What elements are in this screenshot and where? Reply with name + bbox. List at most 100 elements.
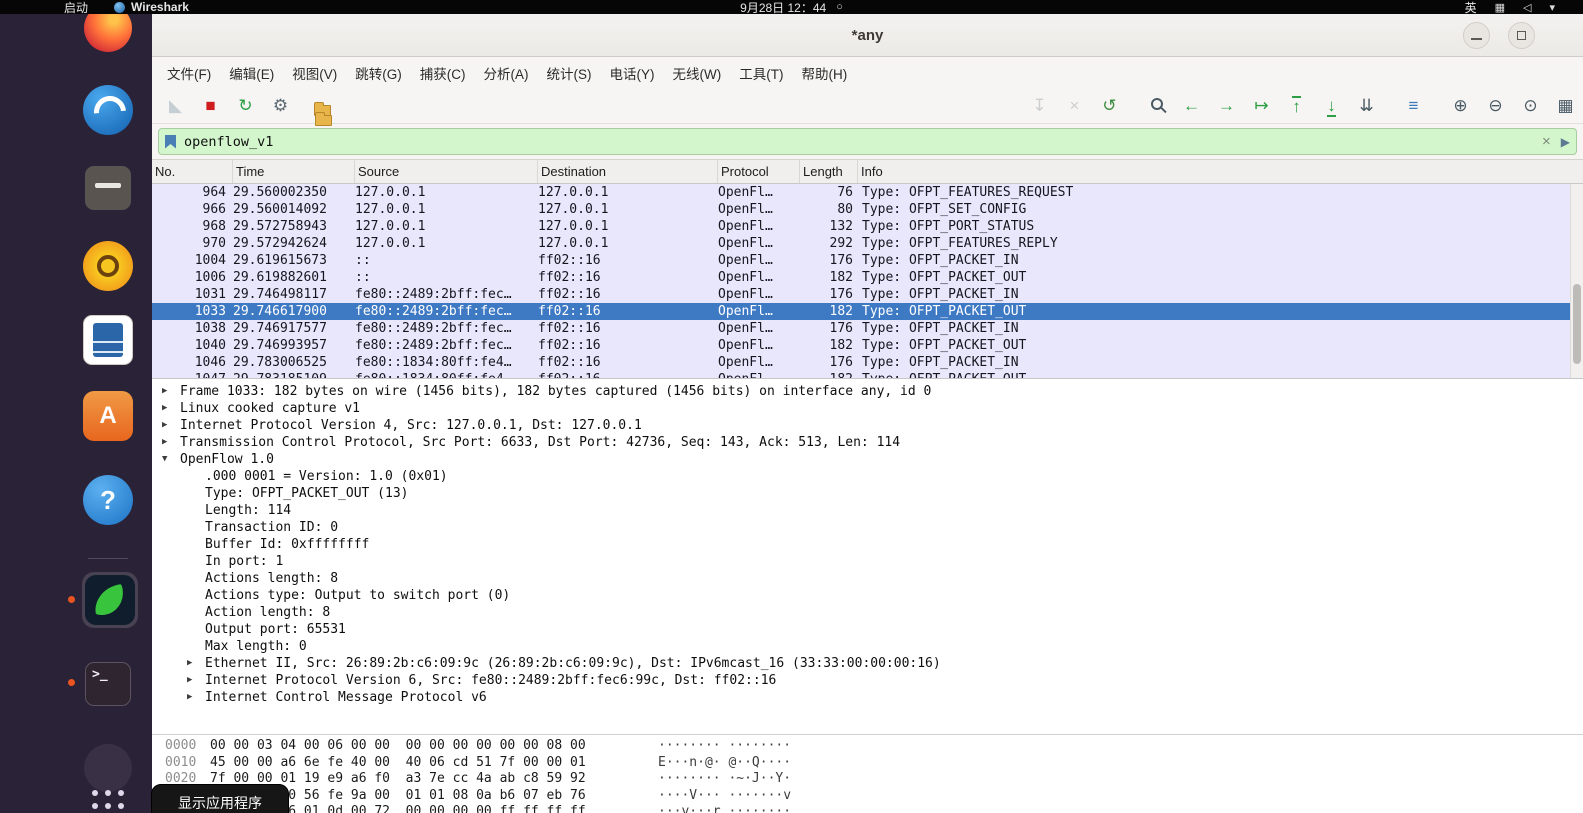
save-file-button[interactable]: ↧: [1026, 93, 1053, 119]
clear-filter-icon[interactable]: ×: [1542, 133, 1551, 150]
detail-line[interactable]: Transaction ID: 0: [152, 519, 1583, 536]
detail-line[interactable]: ▶ Internet Protocol Version 6, Src: fe80:…: [152, 672, 1583, 689]
hex-line[interactable]: 0000 00 00 03 04 00 06 00 00 00 00 00 00 …: [152, 738, 1583, 755]
menu-item[interactable]: 统计(S): [538, 59, 601, 87]
detail-line[interactable]: ▶ Linux cooked capture v1: [152, 400, 1583, 417]
auto-scroll-button[interactable]: ⇊: [1353, 93, 1380, 119]
go-last-button[interactable]: ↓: [1318, 93, 1345, 119]
expand-arrow-icon[interactable]: ▶: [162, 434, 180, 451]
column-header-info[interactable]: Info: [858, 160, 1583, 183]
packet-row[interactable]: 964 29.560002350 127.0.0.1 127.0.0.1 OpenFl……: [152, 184, 1583, 201]
detail-line[interactable]: ▶ Internet Control Message Protocol v6: [152, 689, 1583, 706]
detail-line[interactable]: Output port: 65531: [152, 621, 1583, 638]
input-method-indicator[interactable]: 英: [1465, 0, 1477, 16]
column-header-length[interactable]: Length: [800, 160, 858, 183]
menu-item[interactable]: 工具(T): [730, 59, 792, 87]
expand-arrow-icon[interactable]: ▶: [162, 400, 180, 417]
go-back-button[interactable]: ←: [1178, 93, 1205, 119]
packet-row[interactable]: 1004 29.619615673:: ff02::16 OpenFl… 176 Type…: [152, 252, 1583, 269]
stop-capture-button[interactable]: ■: [197, 93, 224, 119]
focused-app-indicator[interactable]: Wireshark: [114, 0, 189, 14]
go-first-button[interactable]: ↑: [1283, 93, 1310, 119]
packet-row[interactable]: 1031 29.746498117 fe80::2489:2bff:fec… ff02…: [152, 286, 1583, 303]
hex-line[interactable]: 003080 18 02 00 56 fe 9a 00 01 01 08 0a …: [152, 788, 1583, 805]
zoom-in-button[interactable]: ⊕: [1447, 93, 1474, 119]
packet-row[interactable]: 1040 29.746993957 fe80::2489:2bff:fec… ff02…: [152, 337, 1583, 354]
packet-row[interactable]: 1038 29.746917577 fe80::2489:2bff:fec… ff02…: [152, 320, 1583, 337]
packet-row[interactable]: 104729.783185109fe80::1834:80ff:fe4…ff02…: [152, 371, 1583, 378]
dock-item-terminal[interactable]: >_: [82, 658, 134, 710]
reload-button[interactable]: ↺: [1096, 93, 1123, 119]
menu-item[interactable]: 文件(F): [158, 59, 220, 87]
packet-row[interactable]: 1006 29.619882601:: ff02::16 OpenFl… 182 Type…: [152, 269, 1583, 286]
clock-button[interactable]: 9月28日 12：44: [740, 0, 826, 16]
system-menu-caret-icon[interactable]: ▾: [1549, 1, 1555, 14]
dock-item-rhythmbox[interactable]: [82, 240, 134, 292]
expand-arrow-icon[interactable]: ▶: [187, 655, 205, 672]
menu-item[interactable]: 电话(Y): [601, 59, 664, 87]
collapse-arrow-icon[interactable]: ▼: [162, 451, 180, 468]
detail-line[interactable]: ▶ Internet Protocol Version 4, Src: 127.0…: [152, 417, 1583, 434]
menu-item[interactable]: 分析(A): [475, 59, 538, 87]
detail-line[interactable]: ▼ OpenFlow 1.0: [152, 451, 1583, 468]
hex-line[interactable]: 0010 45 00 00 a6 6e fe 40 00 40 06 cd 51 …: [152, 755, 1583, 772]
dock-item-libreoffice-writer[interactable]: [82, 314, 134, 366]
detail-line[interactable]: Actions length: 8: [152, 570, 1583, 587]
column-header-destination[interactable]: Destination: [538, 160, 718, 183]
detail-line[interactable]: Buffer Id: 0xffffffff: [152, 536, 1583, 553]
packet-row[interactable]: 1046 29.783006525 fe80::1834:80ff:fe4… ff02…: [152, 354, 1583, 371]
expand-arrow-icon[interactable]: ▶: [162, 383, 180, 400]
detail-line[interactable]: Max length: 0: [152, 638, 1583, 655]
detail-line[interactable]: ▶ Frame 1033: 182 bytes on wire (1456 bit…: [152, 383, 1583, 400]
filter-bookmark-icon[interactable]: [165, 134, 176, 149]
colorize-button[interactable]: ≡: [1400, 93, 1427, 119]
close-file-button[interactable]: ×: [1061, 93, 1088, 119]
start-capture-button[interactable]: ◣: [162, 93, 189, 119]
expand-arrow-icon[interactable]: ▶: [162, 417, 180, 434]
expand-arrow-icon[interactable]: ▶: [187, 689, 205, 706]
find-packet-button[interactable]: [1143, 93, 1170, 119]
window-titlebar[interactable]: *any: [152, 14, 1583, 57]
column-header-no[interactable]: No.: [152, 160, 233, 183]
detail-line[interactable]: Length: 114: [152, 502, 1583, 519]
menu-item[interactable]: 视图(V): [283, 59, 346, 87]
packet-row[interactable]: 1033 29.746617900 fe80::2489:2bff:fec… ff02…: [152, 303, 1583, 320]
column-header-time[interactable]: Time: [233, 160, 355, 183]
apply-filter-icon[interactable]: ▶: [1561, 135, 1570, 149]
open-file-button[interactable]: [314, 101, 332, 126]
packet-row[interactable]: 968 29.572758943 127.0.0.1 127.0.0.1 OpenFl……: [152, 218, 1583, 235]
zoom-out-button[interactable]: ⊖: [1482, 93, 1509, 119]
zoom-original-button[interactable]: ⊙: [1517, 93, 1544, 119]
menu-item[interactable]: 帮助(H): [792, 59, 856, 87]
packet-list-scrollbar[interactable]: [1570, 184, 1583, 378]
detail-line[interactable]: In port: 1: [152, 553, 1583, 570]
detail-line[interactable]: Type: OFPT_PACKET_OUT (13): [152, 485, 1583, 502]
packet-row[interactable]: 966 29.560014092 127.0.0.1 127.0.0.1 OpenFl……: [152, 201, 1583, 218]
scrollbar-thumb[interactable]: [1573, 284, 1581, 364]
go-forward-button[interactable]: →: [1213, 93, 1240, 119]
menu-item[interactable]: 编辑(E): [220, 59, 283, 87]
dock-item-help[interactable]: ?: [82, 474, 134, 526]
column-header-source[interactable]: Source: [355, 160, 538, 183]
restart-capture-button[interactable]: ↻: [232, 93, 259, 119]
detail-line[interactable]: ▶ Transmission Control Protocol, Src Port…: [152, 434, 1583, 451]
dock-item-wireshark[interactable]: [82, 572, 138, 628]
display-filter-input[interactable]: openflow_v1 × ▶: [158, 128, 1577, 155]
packet-row[interactable]: 970 29.572942624 127.0.0.1 127.0.0.1 OpenFl……: [152, 235, 1583, 252]
dock-item-files[interactable]: [82, 162, 134, 214]
capture-options-button[interactable]: ⚙: [267, 93, 294, 119]
dock-item-ubuntu-software[interactable]: A: [82, 390, 134, 442]
dock-item-show-applications[interactable]: [82, 780, 134, 813]
goto-packet-button[interactable]: ↦: [1248, 93, 1275, 119]
menu-item[interactable]: 跳转(G): [346, 59, 411, 87]
hex-line[interactable]: 0040b6 07 eb 76 01 0d 00 72 00 00 00 00 …: [152, 804, 1583, 813]
hex-line[interactable]: 0020 7f 00 00 01 19 e9 a6 f0 a3 7e cc 4a …: [152, 771, 1583, 788]
expand-arrow-icon[interactable]: ▶: [187, 672, 205, 689]
dock-item-thunderbird[interactable]: [82, 84, 134, 136]
activities-button[interactable]: 启动: [64, 0, 88, 16]
menu-item[interactable]: 捕获(C): [411, 59, 475, 87]
detail-line[interactable]: ▶ Ethernet II, Src: 26:89:2b:c6:09:9c (26…: [152, 655, 1583, 672]
detail-line[interactable]: .000 0001 = Version: 1.0 (0x01): [152, 468, 1583, 485]
detail-line[interactable]: Action length: 8: [152, 604, 1583, 621]
column-header-protocol[interactable]: Protocol: [718, 160, 800, 183]
